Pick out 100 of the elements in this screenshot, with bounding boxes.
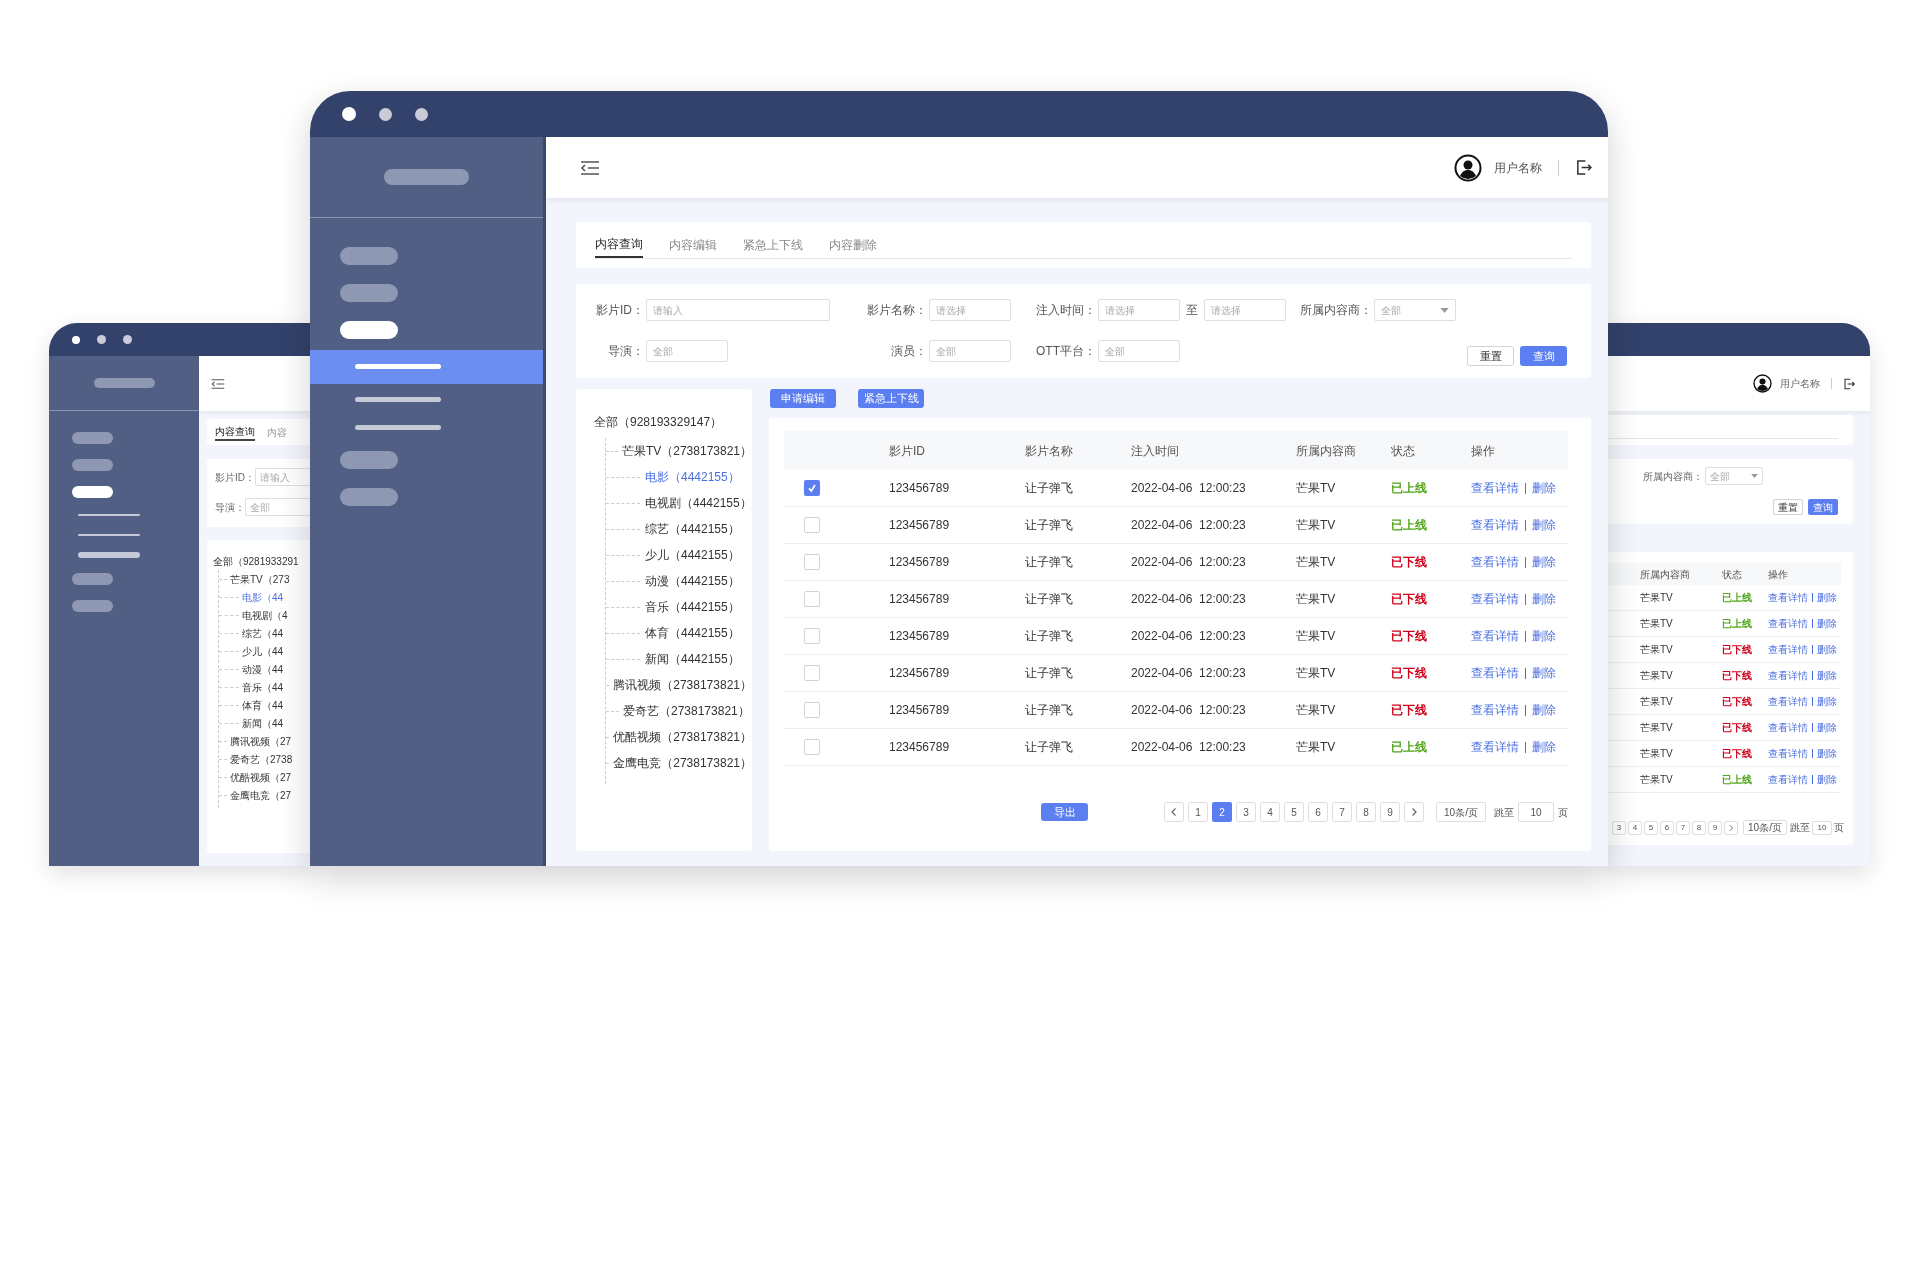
- action-link[interactable]: 删除: [1532, 590, 1556, 608]
- menu-item-placeholder[interactable]: [340, 320, 398, 339]
- page-button[interactable]: 3: [1236, 802, 1256, 822]
- action-link[interactable]: 删除: [1532, 738, 1556, 756]
- action-link[interactable]: 查看详情: [1768, 642, 1808, 657]
- window-button[interactable]: [97, 335, 106, 344]
- logout-icon[interactable]: [1575, 159, 1592, 176]
- input-field[interactable]: 全部: [646, 340, 728, 362]
- action-link[interactable]: 查看详情: [1768, 746, 1808, 761]
- toolbar-button[interactable]: 申请编辑: [770, 389, 836, 408]
- submenu-item-highlight[interactable]: [310, 349, 543, 384]
- tree-item[interactable]: 金鹰电竞（2738173821）: [613, 754, 752, 772]
- submenu-item-placeholder[interactable]: [355, 424, 441, 430]
- action-link[interactable]: 查看详情: [1471, 738, 1519, 756]
- page-button[interactable]: 9: [1380, 802, 1400, 822]
- page-jump-field[interactable]: 10: [1518, 802, 1554, 822]
- action-link[interactable]: 删除: [1532, 701, 1556, 719]
- reset-button[interactable]: 重置: [1773, 499, 1803, 515]
- page-button[interactable]: 2: [1212, 802, 1232, 822]
- tree-item[interactable]: 爱奇艺（2738: [230, 751, 293, 767]
- page-button[interactable]: 4: [1260, 802, 1280, 822]
- search-button[interactable]: 查询: [1520, 346, 1567, 366]
- action-link[interactable]: 删除: [1817, 668, 1837, 683]
- next-page-button[interactable]: [1724, 820, 1738, 835]
- tree-item[interactable]: 电影（4442155）: [645, 468, 740, 486]
- tab[interactable]: 内容查询: [595, 232, 643, 258]
- page-button[interactable]: 3: [1612, 820, 1626, 835]
- action-link[interactable]: 查看详情: [1471, 590, 1519, 608]
- window-button[interactable]: [123, 335, 132, 344]
- action-link[interactable]: 查看详情: [1471, 627, 1519, 645]
- action-link[interactable]: 查看详情: [1768, 668, 1808, 683]
- tree-item[interactable]: 少儿（44: [242, 643, 284, 659]
- page-button[interactable]: 4: [1628, 820, 1642, 835]
- next-page-button[interactable]: [1404, 802, 1424, 822]
- action-link[interactable]: 查看详情: [1768, 772, 1808, 787]
- tree-item[interactable]: 动漫（4442155）: [645, 572, 740, 590]
- input-field[interactable]: 请输入: [255, 468, 310, 486]
- tab[interactable]: 内容删除: [829, 232, 877, 258]
- page-button[interactable]: 1: [1188, 802, 1208, 822]
- page-button[interactable]: 5: [1644, 820, 1658, 835]
- window-button[interactable]: [379, 107, 392, 121]
- action-link[interactable]: 删除: [1817, 694, 1837, 709]
- action-link[interactable]: 查看详情: [1471, 664, 1519, 682]
- page-size-select[interactable]: 10条/页: [1743, 820, 1787, 835]
- checkbox[interactable]: [804, 591, 820, 607]
- checkbox[interactable]: [804, 517, 820, 533]
- checkbox[interactable]: [804, 665, 820, 681]
- tree-item[interactable]: 综艺（4442155）: [645, 520, 740, 538]
- page-size-select[interactable]: 10条/页: [1436, 802, 1486, 822]
- action-link[interactable]: 删除: [1817, 720, 1837, 735]
- checkbox[interactable]: [804, 702, 820, 718]
- tree-item[interactable]: 新闻（44: [242, 715, 284, 731]
- search-button[interactable]: 查询: [1808, 499, 1838, 515]
- input-field[interactable]: 请选择: [1098, 299, 1180, 321]
- checkbox[interactable]: [804, 739, 820, 755]
- tree-item[interactable]: 少儿（4442155）: [645, 546, 740, 564]
- tree-item[interactable]: 新闻（4442155）: [645, 650, 740, 668]
- tree-item[interactable]: 音乐（4442155）: [645, 598, 740, 616]
- page-button[interactable]: 8: [1692, 820, 1706, 835]
- tree-item[interactable]: 金鹰电竞（27: [230, 787, 292, 803]
- input-field[interactable]: 请输入: [646, 299, 830, 321]
- tree-item[interactable]: 芒果TV（273: [230, 571, 290, 587]
- tree-item[interactable]: 腾讯视频（2738173821）: [613, 676, 752, 694]
- user-avatar-icon[interactable]: [1753, 374, 1772, 393]
- action-link[interactable]: 查看详情: [1768, 720, 1808, 735]
- action-link[interactable]: 删除: [1817, 590, 1837, 605]
- reset-button[interactable]: 重置: [1467, 346, 1514, 366]
- action-link[interactable]: 删除: [1817, 772, 1837, 787]
- page-button[interactable]: 6: [1308, 802, 1328, 822]
- tree-item[interactable]: 电视剧（4442155）: [645, 494, 752, 512]
- menu-icon[interactable]: [211, 377, 225, 390]
- tree-item[interactable]: 全部（928193329147）: [594, 412, 723, 431]
- action-link[interactable]: 删除: [1532, 664, 1556, 682]
- tree-item[interactable]: 体育（4442155）: [645, 624, 740, 642]
- tree-item[interactable]: 电影（44: [242, 589, 284, 605]
- tab[interactable]: 紧急上下线: [743, 232, 803, 258]
- input-field[interactable]: 全部: [929, 340, 1011, 362]
- tree-item[interactable]: 全部（9281933291: [213, 553, 299, 569]
- page-button[interactable]: 5: [1284, 802, 1304, 822]
- tree-item[interactable]: 动漫（44: [242, 661, 284, 677]
- menu-item-placeholder[interactable]: [72, 485, 113, 498]
- tree-item[interactable]: 优酷视频（27: [230, 769, 292, 785]
- input-field[interactable]: 请选择: [929, 299, 1011, 321]
- action-link[interactable]: 查看详情: [1471, 553, 1519, 571]
- menu-icon[interactable]: [580, 159, 600, 176]
- action-link[interactable]: 删除: [1532, 516, 1556, 534]
- logout-icon[interactable]: [1843, 377, 1855, 390]
- action-link[interactable]: 查看详情: [1768, 590, 1808, 605]
- tree-item[interactable]: 音乐（44: [242, 679, 284, 695]
- window-button[interactable]: [342, 107, 356, 121]
- tree-item[interactable]: 芒果TV（2738173821）: [621, 442, 752, 460]
- page-button[interactable]: 9: [1708, 820, 1722, 835]
- tab[interactable]: 内容查询: [215, 424, 255, 441]
- user-avatar-icon[interactable]: [1454, 153, 1482, 182]
- action-link[interactable]: 查看详情: [1768, 616, 1808, 631]
- window-button[interactable]: [415, 107, 428, 121]
- action-link[interactable]: 删除: [1817, 746, 1837, 761]
- export-button[interactable]: 导出: [1041, 803, 1088, 821]
- tree-item[interactable]: 体育（44: [242, 697, 284, 713]
- previous-page-button[interactable]: [1164, 802, 1184, 822]
